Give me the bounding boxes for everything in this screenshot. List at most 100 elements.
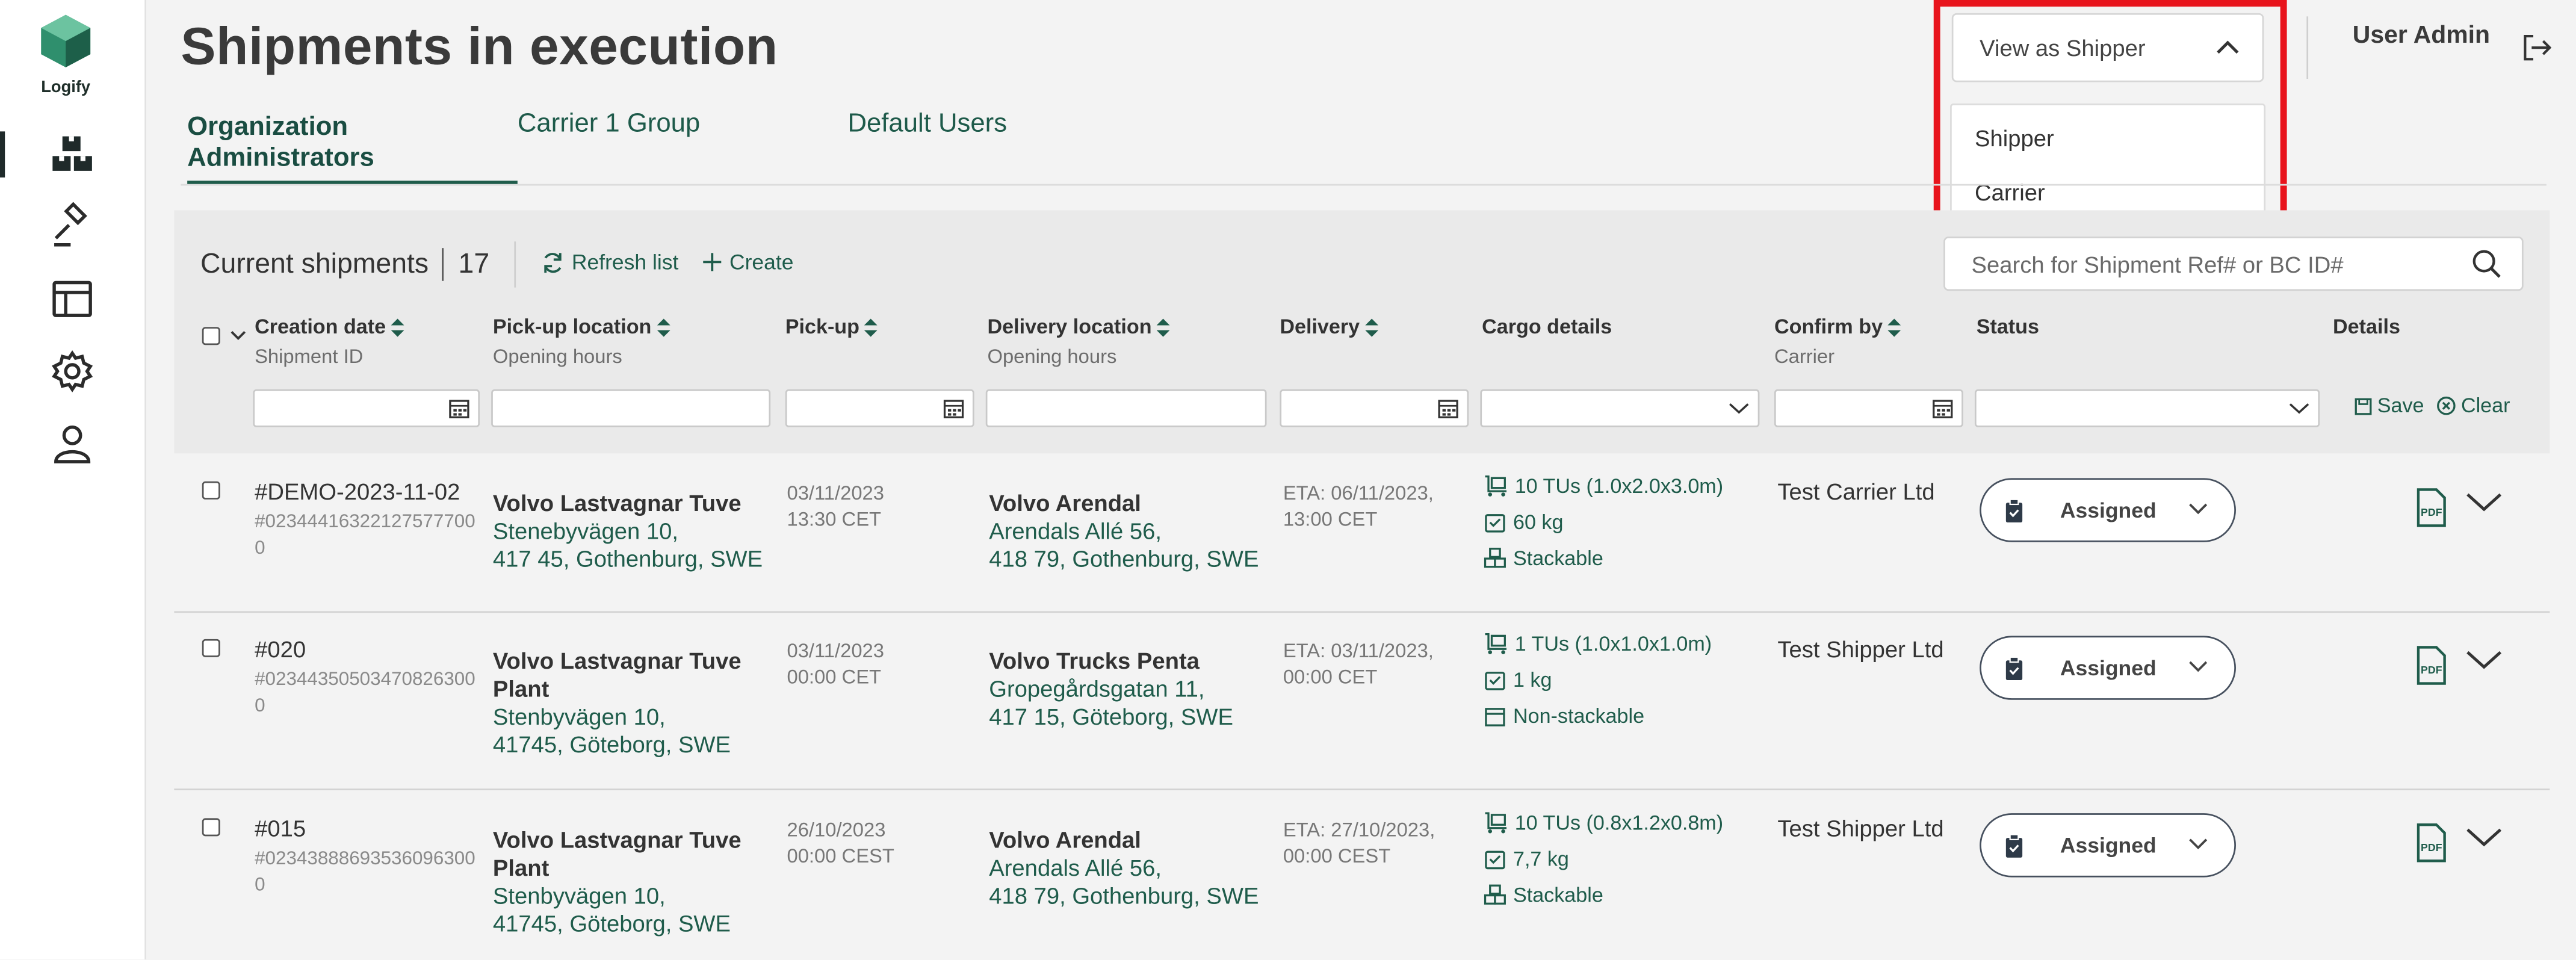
expand-chevron-icon[interactable] [2466, 826, 2502, 849]
shipment-id[interactable]: #020 [255, 636, 306, 662]
col-creation-date[interactable]: Creation date [255, 315, 404, 338]
count-separator [442, 248, 444, 281]
cargo-stacking-text: Non-stackable [1512, 704, 1645, 728]
pickup-location: Volvo Lastvagnar Tuve Stenebyvägen 10, 4… [493, 489, 764, 573]
highlight-box [1933, 0, 2287, 240]
filter-pickup-location[interactable] [491, 389, 771, 427]
filter-delivery[interactable] [1280, 389, 1469, 427]
shipment-id[interactable]: #015 [255, 815, 306, 841]
col-pickup-opening-hours: Opening hours [492, 345, 622, 368]
chevron-down-icon [2189, 838, 2208, 850]
cargo-weight: 60 kg [1484, 511, 1563, 534]
cargo-stacking: Stackable [1484, 547, 1603, 570]
search-input[interactable] [1968, 249, 2451, 280]
sort-icon [656, 318, 670, 336]
col-pickup-label: Pick-up [785, 315, 860, 339]
bc-id: #023444163221275777000 [255, 512, 475, 559]
bc-id: #023443505034708263000 [255, 670, 475, 717]
col-confirm-by[interactable]: Confirm by [1774, 315, 1901, 338]
status-dropdown[interactable]: Assigned [1980, 813, 2236, 878]
pickup-location: Volvo Lastvagnar Tuve Plant Stenbyvägen … [493, 826, 764, 938]
eta-line2: 13:00 CET [1283, 507, 1378, 531]
cargo-stacking: Non-stackable [1484, 705, 1644, 728]
pickup-name: Volvo Lastvagnar Tuve Plant [492, 647, 742, 702]
expand-chevron-icon[interactable] [2466, 491, 2502, 514]
tab-default-users[interactable]: Default Users [847, 110, 1007, 140]
delivery-address-line2: 417 15, Göteborg, SWE [989, 703, 1233, 729]
col-pickup[interactable]: Pick-up [785, 315, 878, 338]
col-details: Details [2333, 315, 2400, 338]
col-delivery[interactable]: Delivery [1280, 315, 1378, 338]
status-dropdown[interactable]: Assigned [1980, 636, 2236, 700]
tab-rule [181, 184, 2547, 186]
pickup-time: 13:30 CET [787, 507, 882, 531]
pickup-name: Volvo Lastvagnar Tuve Plant [492, 826, 742, 881]
pallet-icon [1485, 812, 1507, 834]
cargo-tus: 1 TUs (1.0x1.0x1.0m) [1484, 633, 1712, 655]
row-checkbox[interactable] [202, 639, 220, 657]
filter-pickup[interactable] [785, 389, 974, 427]
col-status-label: Status [1976, 315, 2039, 339]
create-button[interactable]: Create [702, 250, 793, 274]
col-details-label: Details [2333, 315, 2400, 339]
status-label: Assigned [2060, 655, 2156, 681]
pallet-icon [1485, 475, 1507, 497]
pallet-icon [1485, 633, 1507, 654]
cargo-tus: 10 TUs (1.0x2.0x3.0m) [1484, 475, 1723, 498]
expand-chevron-icon[interactable] [2466, 649, 2502, 672]
delivery-address-line1: Arendals Allé 56, [989, 854, 1162, 881]
user-name[interactable]: User Admin [2353, 21, 2490, 49]
filter-creation-date[interactable] [253, 389, 480, 427]
auction-hammer-icon [54, 202, 87, 247]
chevron-down-icon[interactable] [230, 330, 246, 342]
col-cargo-label: Cargo details [1482, 315, 1612, 339]
delivery-location: Volvo Arendal Arendals Allé 56, 418 79, … [989, 826, 1268, 910]
nav-profile[interactable] [0, 414, 144, 473]
row-checkbox[interactable] [202, 481, 220, 500]
tab-carrier-1-group[interactable]: Carrier 1 Group [518, 110, 700, 140]
pickup-datetime: 26/10/2023 00:00 CEST [787, 817, 894, 869]
sort-icon [1887, 318, 1901, 336]
nav-settings[interactable] [0, 342, 144, 401]
pickup-address-line2: 41745, Göteborg, SWE [492, 910, 731, 937]
pdf-icon[interactable]: PDF [2415, 823, 2448, 863]
select-all-checkbox[interactable] [202, 327, 220, 345]
nav-auctions[interactable] [0, 197, 144, 256]
status-dropdown[interactable]: Assigned [1980, 478, 2236, 542]
col-pickup-location[interactable]: Pick-up location [493, 315, 670, 338]
pickup-date: 03/11/2023 [787, 639, 884, 663]
calendar-icon [943, 400, 964, 418]
shipment-id[interactable]: #DEMO-2023-11-02 [255, 478, 460, 504]
pdf-icon[interactable]: PDF [2415, 488, 2448, 528]
filter-confirm-by[interactable] [1774, 389, 1963, 427]
cargo-tus: 10 TUs (0.8x1.2x0.8m) [1484, 811, 1723, 835]
clipboard-icon [2005, 656, 2023, 681]
clipboard-icon [2005, 834, 2023, 858]
row-divider [174, 788, 2550, 790]
filter-cargo[interactable] [1480, 389, 1760, 427]
col-delivery-location[interactable]: Delivery location [987, 315, 1170, 338]
chevron-down-icon [1729, 403, 1749, 414]
weight-icon [1485, 672, 1505, 690]
cargo-tus-text: 10 TUs (1.0x2.0x3.0m) [1514, 474, 1724, 498]
col-carrier: Carrier [1774, 345, 1835, 368]
refresh-button[interactable]: Refresh list [540, 250, 678, 274]
nav-shipments[interactable] [0, 125, 144, 184]
delivery-address-line2: 418 79, Gothenburg, SWE [989, 882, 1259, 909]
filter-status[interactable] [1974, 389, 2320, 427]
pickup-address-line2: 41745, Göteborg, SWE [492, 731, 731, 758]
pdf-icon[interactable]: PDF [2415, 646, 2448, 686]
row-checkbox[interactable] [202, 818, 220, 837]
toolbar-divider [514, 241, 516, 288]
tab-organization-administrators[interactable]: Organization Administrators [187, 112, 433, 175]
save-filter-button[interactable]: Save [2355, 394, 2424, 417]
filter-delivery-location[interactable] [985, 389, 1267, 427]
pickup-address-line1: Stenbyvägen 10, [492, 703, 666, 729]
pickup-address-line1: Stenbyvägen 10, [492, 882, 666, 909]
search-icon[interactable] [2471, 248, 2502, 279]
delivery-location: Volvo Arendal Arendals Allé 56, 418 79, … [989, 489, 1268, 573]
eta-line2: 00:00 CEST [1283, 844, 1391, 868]
nav-layout[interactable] [0, 270, 144, 329]
clear-filter-button[interactable]: Clear [2436, 394, 2510, 417]
logout-icon[interactable] [2520, 33, 2553, 63]
